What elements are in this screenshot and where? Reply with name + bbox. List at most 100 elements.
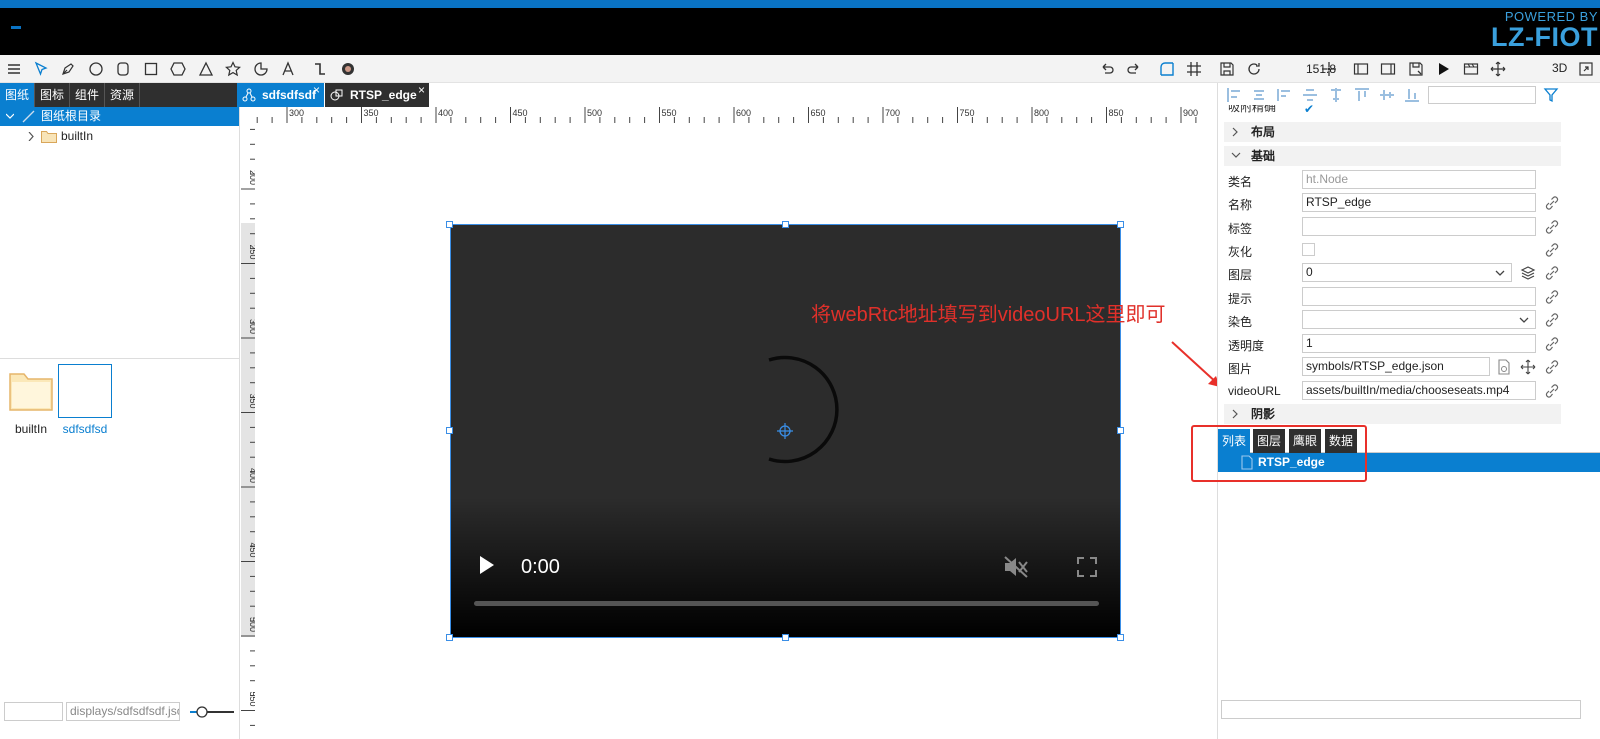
tab-components[interactable]: 组件 [70, 83, 106, 107]
snap-toggle-icon[interactable] [1157, 59, 1177, 79]
resize-handle[interactable] [1117, 634, 1124, 641]
resize-handle[interactable] [782, 221, 789, 228]
move-icon[interactable] [1488, 59, 1508, 79]
tab-resources[interactable]: 资源 [105, 83, 141, 107]
resize-handle[interactable] [1117, 427, 1124, 434]
align-center-icon[interactable] [1251, 87, 1267, 103]
tree-root-item[interactable]: 图纸根目录 [0, 107, 239, 126]
resize-handle[interactable] [1117, 221, 1124, 228]
rounded-rect-tool-icon[interactable] [113, 59, 133, 79]
link-icon[interactable] [1544, 195, 1560, 211]
tab-sdfsdfsdf[interactable]: sdfsdfsdf × [237, 83, 324, 107]
align-bottom-icon[interactable] [1404, 87, 1420, 103]
section-shadow[interactable]: 阴影 [1224, 404, 1561, 424]
videourl-field[interactable]: assets/builtIn/media/chooseseats.mp4 [1302, 381, 1536, 400]
refresh-icon[interactable] [1244, 59, 1264, 79]
chevron-right-icon[interactable] [27, 132, 35, 141]
tab-rtsp-edge[interactable]: RTSP_edge × [325, 83, 429, 107]
image-field[interactable]: symbols/RTSP_edge.json [1302, 357, 1490, 376]
link-icon[interactable] [1544, 383, 1560, 399]
align-middle-icon[interactable] [1302, 87, 1318, 103]
link-icon[interactable] [1544, 242, 1560, 258]
tree-item-builtin[interactable]: builtIn [0, 126, 239, 146]
file-image-icon[interactable] [1496, 359, 1512, 375]
panel-divider[interactable] [0, 358, 240, 359]
left-panel-toggle-icon[interactable] [1351, 59, 1371, 79]
tooltip-field[interactable] [1302, 287, 1536, 306]
record-tool-icon[interactable] [338, 59, 358, 79]
thumbnail-size-slider[interactable] [190, 706, 234, 718]
text-tool-icon[interactable] [278, 59, 298, 79]
prop-label: 透明度 [1228, 339, 1265, 353]
preview-play-icon[interactable] [1433, 59, 1453, 79]
triangle-tool-icon[interactable] [196, 59, 216, 79]
link-icon[interactable] [1544, 219, 1560, 235]
check-icon[interactable]: ✔ [1304, 105, 1314, 116]
property-panel: 吸附精确 ✔ 布局 基础 类名 ht.Node 名称 RTSP_edge 标签 … [1217, 83, 1600, 739]
property-filter-input[interactable] [1428, 86, 1536, 104]
section-label: 基础 [1251, 149, 1276, 163]
classname-field: ht.Node [1302, 170, 1536, 189]
tab-drawings[interactable]: 图纸 [0, 83, 36, 107]
name-field[interactable]: RTSP_edge [1302, 193, 1536, 212]
save-as-icon[interactable] [1406, 59, 1426, 79]
close-icon[interactable]: × [418, 78, 425, 102]
link-icon[interactable] [1544, 359, 1560, 375]
center-view-icon[interactable] [1319, 59, 1339, 79]
resize-handle[interactable] [782, 634, 789, 641]
file-path-field[interactable]: displays/sdfsdfsdf.json [66, 702, 180, 721]
anchor-crosshair-icon[interactable] [777, 423, 793, 439]
circle-tool-icon[interactable] [86, 59, 106, 79]
align-left-icon[interactable] [1226, 87, 1242, 103]
resize-handle[interactable] [446, 427, 453, 434]
move-icon[interactable] [1520, 359, 1536, 375]
rect-tool-icon[interactable] [141, 59, 161, 79]
align-vcenter-icon[interactable] [1379, 87, 1395, 103]
animation-icon[interactable] [1461, 59, 1481, 79]
undo-icon[interactable] [1097, 59, 1117, 79]
chevron-down-icon[interactable] [6, 112, 14, 120]
select-tool-icon[interactable] [31, 59, 51, 79]
property-search-input[interactable] [1221, 700, 1581, 719]
3d-view-button[interactable]: 3D [1552, 61, 1567, 75]
resize-handle[interactable] [446, 634, 453, 641]
save-icon[interactable] [1217, 59, 1237, 79]
fullscreen-icon[interactable] [1077, 557, 1097, 577]
video-progress-bar[interactable] [474, 601, 1099, 606]
link-icon[interactable] [1544, 265, 1560, 281]
drawing-thumbnail [58, 364, 112, 418]
menu-icon[interactable] [4, 59, 24, 79]
link-icon[interactable] [1544, 312, 1560, 328]
blend-color-select[interactable] [1302, 310, 1536, 329]
opacity-field[interactable]: 1 [1302, 334, 1536, 353]
pen-tool-icon[interactable] [58, 59, 78, 79]
align-hcenter-icon[interactable] [1328, 87, 1344, 103]
fullscreen-icon[interactable] [1576, 59, 1596, 79]
close-icon[interactable]: × [313, 78, 320, 102]
tag-field[interactable] [1302, 217, 1536, 236]
arc-tool-icon[interactable] [251, 59, 271, 79]
link-icon[interactable] [1544, 289, 1560, 305]
link-icon[interactable] [1544, 336, 1560, 352]
resize-handle[interactable] [446, 221, 453, 228]
section-basic[interactable]: 基础 [1224, 146, 1561, 166]
filter-icon[interactable] [1543, 87, 1559, 103]
align-right-icon[interactable] [1276, 87, 1292, 103]
right-panel-toggle-icon[interactable] [1378, 59, 1398, 79]
search-input[interactable] [4, 702, 63, 721]
redo-icon[interactable] [1124, 59, 1144, 79]
play-icon[interactable] [479, 555, 495, 575]
layer-select[interactable]: 0 [1302, 263, 1512, 282]
layers-icon[interactable] [1520, 265, 1536, 281]
section-layout[interactable]: 布局 [1224, 122, 1561, 142]
hexagon-tool-icon[interactable] [168, 59, 188, 79]
tab-icons[interactable]: 图标 [35, 83, 71, 107]
disabled-checkbox[interactable] [1302, 243, 1315, 256]
star-tool-icon[interactable] [223, 59, 243, 79]
mute-icon[interactable] [1003, 556, 1029, 578]
thumbnail-builtin[interactable]: builtIn [4, 364, 58, 436]
thumbnail-sdfsdfsd[interactable]: sdfsdfsd [58, 364, 112, 436]
edge-tool-icon[interactable] [310, 59, 330, 79]
align-top-icon[interactable] [1354, 87, 1370, 103]
grid-icon[interactable] [1184, 59, 1204, 79]
